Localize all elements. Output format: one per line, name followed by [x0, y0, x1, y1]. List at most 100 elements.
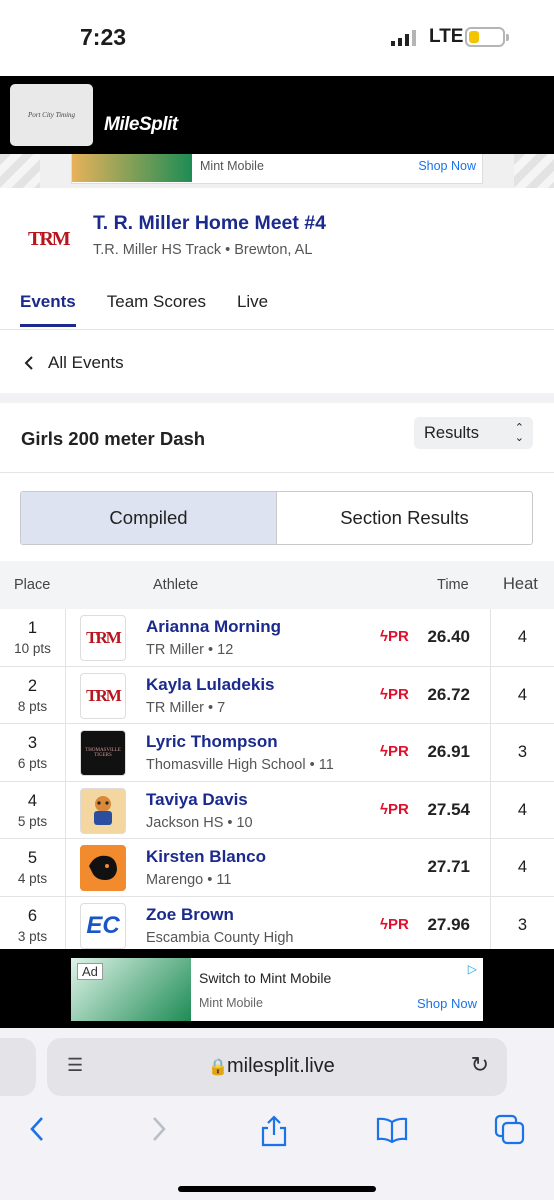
section-results-button[interactable]: Section Results — [277, 492, 532, 544]
pr-badge: ϟPR — [380, 628, 409, 645]
points: 3 pts — [17, 928, 48, 944]
results-select[interactable]: Results ⌃ ⌄ — [414, 417, 533, 449]
result-time: 27.54 — [427, 799, 470, 819]
athlete-team: TR Miller • 12 — [146, 642, 234, 658]
lock-icon: 🔒 — [208, 1059, 228, 1076]
result-time: 27.71 — [427, 857, 470, 876]
chevron-left-icon — [24, 356, 33, 370]
forward-icon[interactable] — [150, 1115, 168, 1143]
athlete-name[interactable]: Kayla Luladekis — [146, 675, 275, 695]
results-table-header: Place Athlete Time Heat — [0, 561, 554, 609]
milesplit-logo[interactable]: MileSplit — [104, 114, 178, 136]
result-time: 26.91 — [427, 742, 470, 761]
url-text: milesplit.live — [227, 1055, 335, 1077]
points: 4 pts — [17, 871, 48, 886]
compiled-button[interactable]: Compiled — [21, 492, 277, 544]
result-time: 27.96 — [427, 914, 470, 934]
table-row[interactable]: 1 10 pts TRM Arianna Morning TR Miller • … — [0, 609, 554, 667]
tabs-icon[interactable] — [494, 1114, 526, 1146]
battery-icon — [465, 27, 509, 47]
athlete-team: TR Miller • 7 — [146, 699, 226, 716]
reader-icon[interactable]: ☰ — [67, 1055, 83, 1076]
site-header: Port City Timing MileSplit — [0, 76, 554, 154]
team-logo — [80, 845, 126, 891]
results-table: 1 10 pts TRM Arianna Morning TR Miller • … — [0, 609, 554, 949]
heat: 4 — [490, 666, 554, 723]
place: 4 — [27, 791, 38, 810]
pr-badge: ϟPR — [380, 743, 409, 760]
athlete-name[interactable]: Taviya Davis — [146, 790, 248, 810]
team-logo: TRM — [80, 672, 126, 719]
back-icon[interactable] — [28, 1115, 46, 1143]
place: 1 — [27, 619, 38, 637]
team-logo: TRM — [80, 615, 126, 661]
ad-brand: Mint Mobile — [200, 159, 264, 173]
previous-tab-peek[interactable] — [0, 1038, 36, 1096]
athlete-team: Jackson HS • 10 — [146, 814, 253, 831]
pr-badge: ϟPR — [380, 915, 409, 933]
results-view-toggle: Compiled Section Results — [0, 474, 554, 561]
all-events-link[interactable]: All Events — [0, 331, 554, 393]
sponsor-logo[interactable]: Port City Timing — [10, 84, 93, 146]
col-time: Time — [437, 577, 469, 593]
team-logo — [80, 787, 126, 834]
table-row[interactable]: 2 8 pts TRM Kayla Luladekis TR Miller • 7… — [0, 666, 554, 724]
athlete-name[interactable]: Arianna Morning — [146, 617, 281, 637]
heat: 4 — [490, 781, 554, 838]
top-ad-banner[interactable]: Mint Mobile Shop Now — [0, 154, 554, 188]
table-row[interactable]: 6 3 pts EC Zoe Brown Escambia County High… — [0, 896, 554, 949]
address-bar[interactable]: ☰ 🔒 milesplit.live ↻ — [47, 1038, 507, 1096]
reload-icon[interactable]: ↻ — [471, 1052, 489, 1078]
adchoices-icon[interactable]: ▷ — [468, 962, 477, 976]
meet-tabs: Events Team Scores Live — [20, 292, 268, 327]
table-row[interactable]: 45 pts Taviya Davis Jackson HS • 10 ϟPR … — [0, 781, 554, 839]
clock: 7:23 — [80, 24, 127, 50]
athlete-name[interactable]: Lyric Thompson — [146, 732, 278, 752]
athlete-name[interactable]: Kirsten Blanco — [146, 847, 266, 867]
bottom-ad-banner[interactable]: Ad Switch to Mint Mobile Mint Mobile ▷ S… — [0, 949, 554, 1028]
tab-live[interactable]: Live — [237, 292, 268, 327]
col-heat: Heat — [503, 575, 538, 593]
team-logo: THOMASVILLE TIGERS — [80, 730, 126, 776]
heat: 3 — [490, 896, 554, 949]
place: 3 — [27, 734, 38, 752]
shop-now-link[interactable]: Shop Now — [417, 996, 477, 1011]
heat: 4 — [490, 839, 554, 896]
meet-host-logo: TRM — [28, 228, 71, 250]
updown-chevron-icon: ⌃ ⌄ — [514, 422, 524, 444]
result-time: 26.72 — [427, 684, 470, 704]
status-bar: 7:23 LTE — [0, 0, 554, 76]
pr-badge: ϟPR — [380, 685, 409, 703]
result-time: 26.40 — [427, 627, 470, 646]
col-place: Place — [14, 577, 51, 593]
table-row[interactable]: 5 4 pts Kirsten Blanco Marengo • 11 27.71… — [0, 839, 554, 897]
athlete-name[interactable]: Zoe Brown — [146, 905, 234, 925]
pr-badge: ϟPR — [380, 800, 409, 818]
team-logo: EC — [80, 902, 126, 949]
meet-title: T. R. Miller Home Meet #4 — [93, 212, 326, 234]
shop-now-link[interactable]: Shop Now — [418, 159, 476, 173]
meet-subtitle: T.R. Miller HS Track • Brewton, AL — [93, 242, 313, 258]
points: 8 pts — [17, 698, 48, 714]
bookmarks-icon[interactable] — [376, 1117, 408, 1143]
network-label: LTE — [429, 26, 464, 47]
meet-header: TRM T. R. Miller Home Meet #4 T.R. Mille… — [0, 188, 554, 330]
points: 5 pts — [17, 813, 48, 829]
table-row[interactable]: 3 6 pts THOMASVILLE TIGERS Lyric Thompson… — [0, 724, 554, 782]
points: 6 pts — [17, 756, 48, 771]
ad-headline: Switch to Mint Mobile — [199, 970, 332, 986]
home-indicator — [178, 1186, 376, 1192]
signal-icon — [391, 30, 416, 46]
col-athlete: Athlete — [153, 577, 199, 593]
results-select-value: Results — [424, 424, 480, 442]
heat: 4 — [490, 609, 554, 666]
place: 2 — [27, 676, 38, 695]
tab-events[interactable]: Events — [20, 292, 76, 327]
ad-brand: Mint Mobile — [199, 996, 263, 1010]
points: 10 pts — [14, 641, 51, 656]
share-icon[interactable] — [260, 1115, 288, 1147]
heat: 3 — [490, 724, 554, 781]
sponsor-text: Port City Timing — [27, 111, 76, 119]
place: 5 — [27, 849, 38, 867]
tab-team-scores[interactable]: Team Scores — [107, 292, 206, 327]
